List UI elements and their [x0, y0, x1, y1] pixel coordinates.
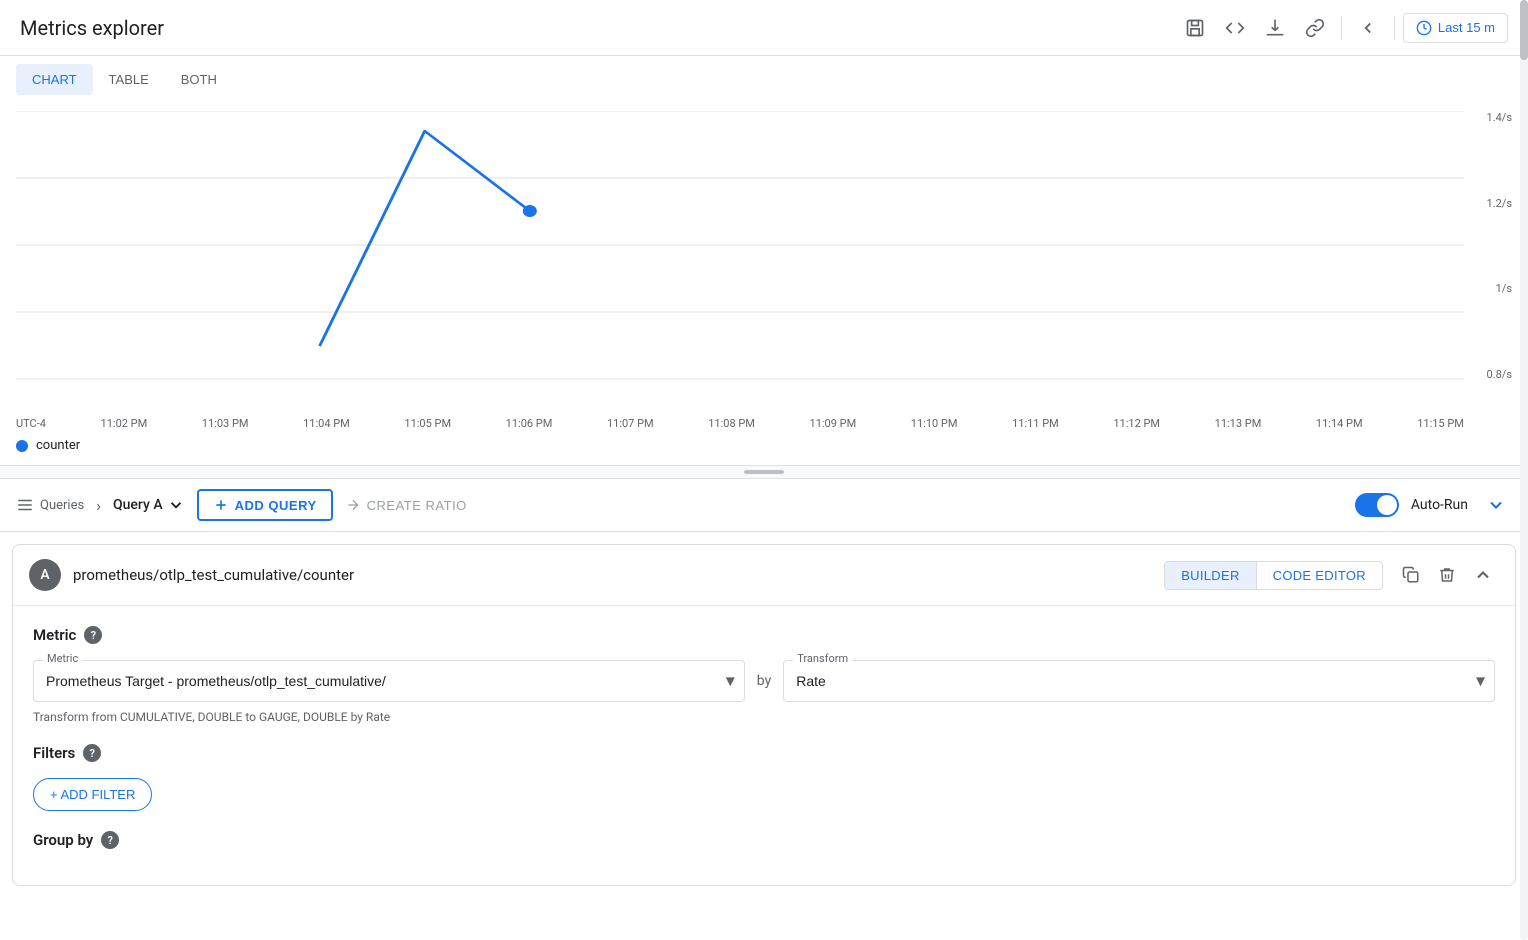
filters-section-header: Filters ? — [33, 744, 1495, 762]
download-button[interactable] — [1257, 10, 1293, 46]
ratio-icon — [345, 497, 361, 513]
app-header: Metrics explorer — [0, 0, 1528, 56]
legend-dot — [16, 440, 28, 452]
queries-label: Queries — [40, 498, 84, 513]
group-by-header: Group by ? — [33, 831, 1495, 849]
queries-icon — [16, 496, 34, 514]
query-metric-name: prometheus/otlp_test_cumulative/counter — [73, 566, 1152, 584]
query-bar-right: ✓ Auto-Run — [1355, 489, 1512, 521]
tab-both[interactable]: BOTH — [165, 64, 233, 95]
link-button[interactable] — [1297, 10, 1333, 46]
resize-bar — [744, 470, 784, 474]
tab-chart[interactable]: CHART — [16, 64, 93, 95]
query-panel: A prometheus/otlp_test_cumulative/counte… — [12, 544, 1516, 886]
query-panel-header: A prometheus/otlp_test_cumulative/counte… — [13, 545, 1515, 606]
by-label: by — [757, 673, 771, 689]
filters-section: Filters ? + ADD FILTER — [33, 744, 1495, 811]
group-by-section: Group by ? — [33, 831, 1495, 849]
app-title: Metrics explorer — [20, 16, 164, 40]
query-avatar: A — [29, 559, 61, 591]
filters-help-icon[interactable]: ? — [83, 744, 101, 762]
query-name: Query A — [113, 497, 163, 513]
resize-handle[interactable] — [0, 466, 1528, 479]
code-editor-button[interactable]: CODE EDITOR — [1256, 562, 1382, 589]
queries-section: Queries — [16, 496, 84, 514]
create-ratio-button[interactable]: CREATE RATIO — [345, 497, 467, 513]
chart-x-labels: UTC-4 11:02 PM 11:03 PM 11:04 PM 11:05 P… — [0, 413, 1464, 434]
tab-table[interactable]: TABLE — [93, 64, 165, 95]
query-dropdown-icon — [167, 496, 185, 514]
chart-section: CHART TABLE BOTH 1.4/s 1.2/s 1/s 0.8/s — [0, 56, 1528, 466]
metric-help-icon[interactable]: ? — [84, 626, 102, 644]
panel-actions — [1395, 559, 1499, 591]
duplicate-button[interactable] — [1395, 559, 1427, 591]
add-filter-button[interactable]: + ADD FILTER — [33, 778, 152, 811]
metric-row: Metric Prometheus Target - prometheus/ot… — [33, 660, 1495, 702]
back-button[interactable] — [1350, 10, 1386, 46]
legend-label: counter — [36, 438, 80, 453]
builder-button[interactable]: BUILDER — [1165, 562, 1255, 589]
code-button[interactable] — [1217, 10, 1253, 46]
chart-container: 1.4/s 1.2/s 1/s 0.8/s — [0, 103, 1528, 413]
transform-field: Transform Rate Delta Gauge ▾ — [783, 660, 1495, 702]
query-panel-body: Metric ? Metric Prometheus Target - prom… — [13, 606, 1515, 885]
mode-buttons: BUILDER CODE EDITOR — [1164, 561, 1383, 590]
add-query-button[interactable]: ADD QUERY — [197, 489, 333, 521]
auto-run-toggle[interactable]: ✓ — [1355, 493, 1399, 517]
time-range-button[interactable]: Last 15 m — [1403, 13, 1508, 43]
metric-section-header: Metric ? — [33, 626, 1495, 644]
breadcrumb-chevron: › — [96, 496, 101, 515]
metric-select[interactable]: Prometheus Target - prometheus/otlp_test… — [33, 660, 745, 702]
transform-field-label: Transform — [793, 652, 852, 665]
group-by-help-icon[interactable]: ? — [101, 831, 119, 849]
checkmark-icon: ✓ — [1383, 497, 1395, 513]
header-divider — [1341, 16, 1342, 40]
query-bar: Queries › Query A ADD QUERY CREATE RATIO… — [0, 479, 1528, 532]
chart-y-labels: 1.4/s 1.2/s 1/s 0.8/s — [1487, 111, 1512, 381]
header-divider2 — [1394, 16, 1395, 40]
metric-field-label: Metric — [43, 652, 82, 665]
chart-tabs: CHART TABLE BOTH — [0, 56, 1528, 103]
header-actions: Last 15 m — [1177, 10, 1508, 46]
chart-legend: counter — [0, 434, 1528, 465]
auto-run-label: Auto-Run — [1411, 497, 1468, 513]
panel-collapse-button[interactable] — [1467, 559, 1499, 591]
transform-select[interactable]: Rate Delta Gauge — [783, 660, 1495, 702]
time-range-label: Last 15 m — [1438, 20, 1495, 35]
delete-button[interactable] — [1431, 559, 1463, 591]
query-selector[interactable]: Query A — [113, 496, 185, 514]
add-icon — [213, 497, 229, 513]
transform-hint: Transform from CUMULATIVE, DOUBLE to GAU… — [33, 710, 1495, 724]
metric-field: Metric Prometheus Target - prometheus/ot… — [33, 660, 745, 702]
collapse-button[interactable] — [1480, 489, 1512, 521]
save-button[interactable] — [1177, 10, 1213, 46]
chart-area — [16, 111, 1464, 381]
